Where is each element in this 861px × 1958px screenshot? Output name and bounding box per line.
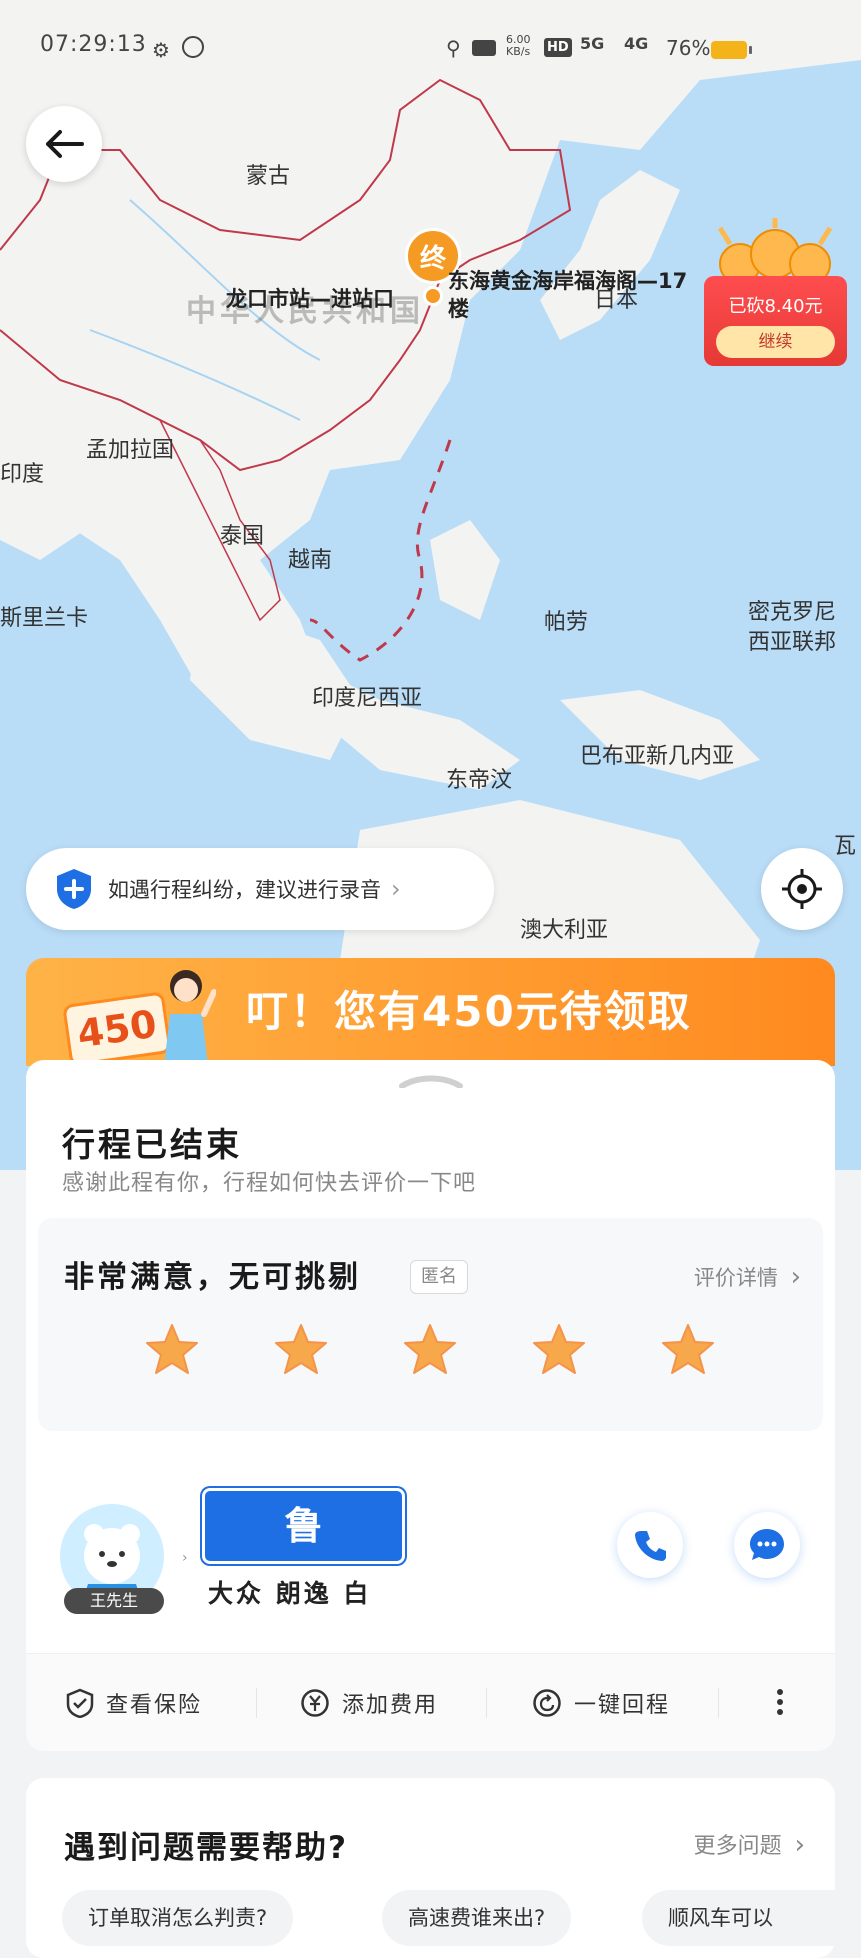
license-plate: 鲁F·960YY <box>202 1488 405 1618</box>
faq-chip[interactable]: 高速费谁来出? <box>382 1890 572 1946</box>
rating-text: 非常满意，无可挑剔 <box>64 1260 361 1295</box>
divider <box>256 1688 257 1718</box>
map-label-mongolia: 蒙古 <box>246 164 291 189</box>
chevron-right-icon: › <box>790 1262 801 1292</box>
driver-name: 王先生 <box>64 1588 164 1614</box>
destination-label: 东海黄金海岸福海阁—17楼 <box>448 269 688 321</box>
station-label: 龙口市站—进站口 <box>226 287 394 311</box>
chat-bubble-icon <box>750 1529 784 1560</box>
message-driver-button[interactable] <box>734 1512 800 1578</box>
add-fee-button[interactable]: 添加费用 <box>300 1654 438 1751</box>
return-icon <box>533 1688 561 1717</box>
star-icon[interactable] <box>660 1322 716 1378</box>
review-details-link[interactable]: 评价详情 › <box>694 1262 801 1292</box>
trip-status-title: 行程已结束 <box>62 1125 242 1164</box>
trip-status-subtitle: 感谢此程有你，行程如何快去评价一下吧 <box>62 1171 477 1196</box>
faq-chip[interactable]: 订单取消怎么判责? <box>62 1890 294 1946</box>
rating-section: 非常满意，无可挑剔 匿名 评价详情 › <box>38 1218 823 1431</box>
more-options-icon[interactable] <box>770 1684 790 1720</box>
map-label-sri-lanka: 斯里兰卡 <box>0 606 89 631</box>
map-label-micronesia: 密克罗尼西亚联邦 <box>748 600 837 655</box>
drawer-handle-icon[interactable] <box>398 1074 464 1088</box>
bargain-continue-button[interactable]: 继续 <box>716 326 835 358</box>
settings-gear-icon: ⚙ <box>152 38 170 62</box>
bargain-amount: 已砍8.40元 <box>728 296 823 317</box>
network-speed: 6.00 KB/s <box>506 33 531 58</box>
locate-button[interactable] <box>761 848 843 930</box>
map-label-bangladesh: 孟加拉国 <box>86 438 175 463</box>
map-label-india: 印度 <box>0 462 45 487</box>
return-trip-label: 一键回程 <box>574 1692 671 1718</box>
banner-character-illustration <box>156 962 217 1066</box>
status-bar: 07:29:13 ⚙ ⚲ 6.00 KB/s HD 5G 4G 76% <box>0 0 861 100</box>
map-label-vietnam: 越南 <box>288 548 333 573</box>
signal-5g: 5G <box>580 34 605 53</box>
star-icon[interactable] <box>273 1322 329 1378</box>
shield-plus-icon <box>57 869 91 909</box>
map-label-australia: 澳大利亚 <box>520 918 609 943</box>
chevron-right-icon: › <box>391 875 401 903</box>
banner-title: 叮！您有450元待领取 <box>246 987 692 1036</box>
sleep-mode-icon <box>472 40 496 56</box>
signal-4g: 4G <box>624 34 649 53</box>
bargain-promo-widget[interactable]: 已砍8.40元 继续 <box>704 276 847 366</box>
arrow-left-icon <box>46 130 84 158</box>
anonymous-badge: 匿名 <box>410 1260 468 1294</box>
divider <box>718 1688 719 1718</box>
help-section: 遇到问题需要帮助? 更多问题 › 订单取消怎么判责? 高速费谁来出? 顺风车可以 <box>26 1778 859 1958</box>
battery-percent: 76% <box>666 36 711 60</box>
trip-card: 行程已结束 感谢此程有你，行程如何快去评价一下吧 非常满意，无可挑剔 匿名 评价… <box>26 1060 835 1751</box>
battery-icon <box>711 41 752 59</box>
driver-avatar[interactable]: 王先生 › <box>60 1504 188 1614</box>
review-details-label: 评价详情 <box>693 1266 778 1290</box>
view-insurance-button[interactable]: 查看保险 <box>66 1654 202 1751</box>
yuan-icon <box>301 1688 329 1717</box>
return-trip-button[interactable]: 一键回程 <box>532 1654 670 1751</box>
car-model: 大众 朗逸 白 <box>208 1579 372 1608</box>
add-fee-label: 添加费用 <box>342 1692 439 1718</box>
phone-icon <box>635 1531 666 1561</box>
faq-chip[interactable]: 顺风车可以 <box>642 1890 859 1946</box>
map-label-vanuatu: 瓦 <box>834 834 857 859</box>
chevron-right-icon: › <box>182 1550 188 1566</box>
coins-illustration <box>710 218 840 285</box>
coupon-banner[interactable]: 450 叮！您有450元待领取 <box>26 958 835 1066</box>
back-button[interactable] <box>26 106 102 182</box>
map-label-timor: 东帝汶 <box>446 768 513 793</box>
hd-badge: HD <box>544 38 572 57</box>
location-pin-icon: ⚲ <box>446 36 461 60</box>
divider <box>486 1688 487 1718</box>
map-label-indonesia: 印度尼西亚 <box>312 686 423 711</box>
map-label-thailand: 泰国 <box>220 524 265 549</box>
destination-dot <box>423 286 443 306</box>
view-insurance-label: 查看保险 <box>106 1692 203 1718</box>
star-icon[interactable] <box>531 1322 587 1378</box>
star-icon[interactable] <box>402 1322 458 1378</box>
chevron-right-icon: › <box>794 1830 805 1860</box>
action-bar: 查看保险 添加费用 一键回程 <box>26 1653 835 1751</box>
map-label-palau: 帕劳 <box>544 610 589 635</box>
recording-tip-text: 如遇行程纠纷，建议进行录音 <box>108 878 381 902</box>
more-questions-label: 更多问题 <box>693 1834 782 1859</box>
recording-tip-pill[interactable]: 如遇行程纠纷，建议进行录音 › <box>26 848 494 930</box>
vpn-icon <box>182 36 204 58</box>
more-questions-link[interactable]: 更多问题 › <box>694 1828 805 1860</box>
call-driver-button[interactable] <box>617 1512 683 1578</box>
map-label-png: 巴布亚新几内亚 <box>580 744 735 769</box>
help-title: 遇到问题需要帮助? <box>64 1830 348 1866</box>
star-icon[interactable] <box>144 1322 200 1378</box>
crosshair-icon <box>782 869 822 909</box>
shield-check-icon <box>66 1688 94 1718</box>
status-time: 07:29:13 <box>40 32 147 57</box>
